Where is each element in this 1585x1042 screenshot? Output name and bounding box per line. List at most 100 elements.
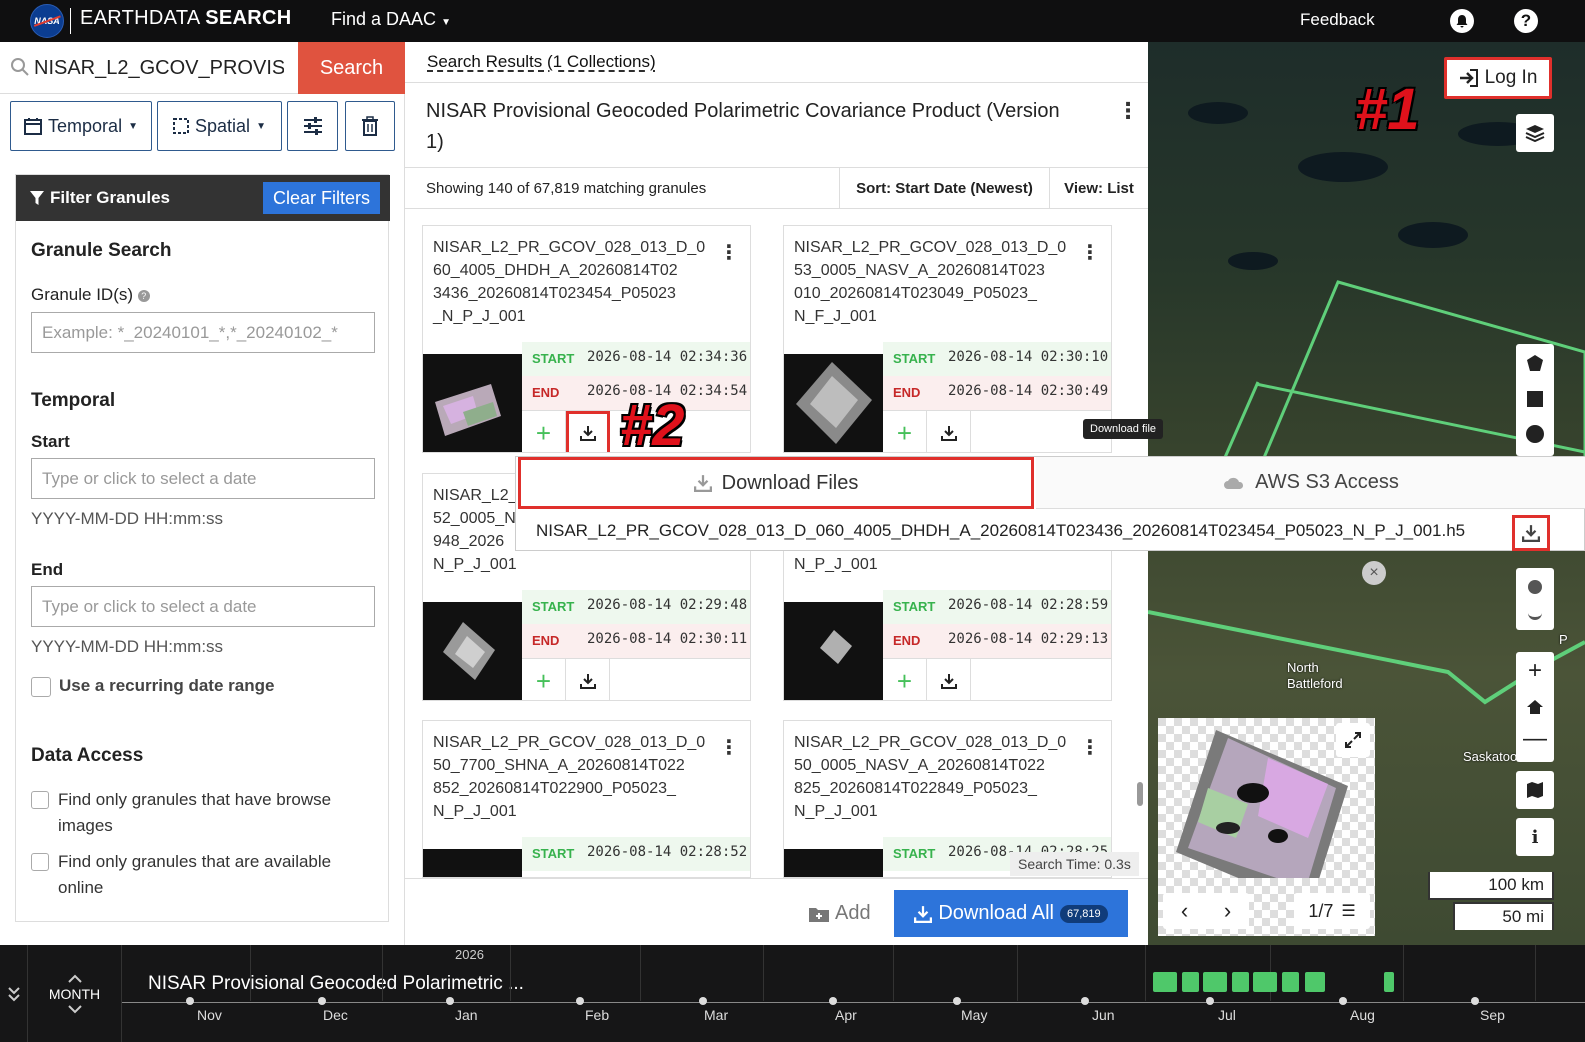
- zoom-out-chevron-down-icon[interactable]: [67, 1004, 83, 1014]
- timeline-granule-bar[interactable]: [1384, 972, 1394, 992]
- recurring-checkbox[interactable]: [31, 677, 51, 697]
- feedback-link[interactable]: Feedback: [1300, 10, 1375, 30]
- polygon-draw-icon[interactable]: [1526, 354, 1544, 372]
- timeline-month-label: Nov: [197, 1007, 222, 1023]
- timeline-granule-bar[interactable]: [1253, 972, 1277, 992]
- add-granule-plus-icon[interactable]: +: [522, 659, 566, 700]
- download-all-button[interactable]: Download All 67,819: [894, 890, 1128, 937]
- download-file-name[interactable]: NISAR_L2_PR_GCOV_028_013_D_060_4005_DHDH…: [536, 521, 1465, 541]
- view-dropdown[interactable]: View: List: [1049, 168, 1148, 209]
- folder-plus-icon: [809, 907, 829, 922]
- granule-card[interactable]: NISAR_L2_PR_GCOV_028_013_D_0 60_4005_DHD…: [422, 225, 751, 453]
- search-button[interactable]: Search: [298, 42, 405, 94]
- arctic-projection-icon[interactable]: [1528, 612, 1542, 620]
- granule-id-input[interactable]: Example: *_20240101_*,*_20240102_*: [31, 312, 375, 353]
- browse-only-checkbox[interactable]: [31, 791, 49, 809]
- zoom-out-icon[interactable]: —: [1516, 724, 1554, 754]
- clear-search-button[interactable]: [345, 101, 395, 151]
- granule-more-icon[interactable]: ⋮: [1080, 735, 1100, 760]
- download-granule-button[interactable]: [566, 411, 610, 452]
- granule-actions: +: [883, 410, 1111, 452]
- granule-thumbnail[interactable]: [423, 849, 522, 877]
- timeline-month-label: Sep: [1480, 1007, 1505, 1023]
- online-only-checkbox[interactable]: [31, 853, 49, 871]
- login-button[interactable]: Log In: [1444, 57, 1552, 99]
- timeline-month-label: Jun: [1092, 1007, 1115, 1023]
- end-date-input[interactable]: Type or click to select a date: [31, 586, 375, 627]
- download-granule-button[interactable]: [927, 411, 971, 452]
- zoom-in-icon[interactable]: +: [1516, 656, 1554, 686]
- timeline-collection-title: NISAR Provisional Geocoded Polarimetric …: [148, 973, 524, 994]
- download-file-button[interactable]: [1512, 515, 1550, 551]
- clear-filters-button[interactable]: Clear Filters: [262, 182, 380, 214]
- browse-image-preview[interactable]: ‹ › 1/7 ☰: [1158, 718, 1375, 936]
- info-icon[interactable]: i: [1516, 818, 1554, 856]
- temporal-heading: Temporal: [31, 390, 116, 411]
- advanced-filters-button[interactable]: [287, 101, 338, 151]
- timeline-month-label: Jul: [1218, 1007, 1236, 1023]
- granule-card[interactable]: NISAR_L2_PR_GCOV_028_013_D_0 53_0005_NAS…: [783, 225, 1112, 453]
- results-scrollbar[interactable]: [1137, 782, 1143, 806]
- granule-thumbnail[interactable]: [423, 354, 522, 452]
- aws-s3-access-tab[interactable]: AWS S3 Access: [1036, 457, 1585, 509]
- add-granule-plus-icon[interactable]: +: [883, 411, 927, 452]
- granule-more-icon[interactable]: ⋮: [1080, 240, 1100, 265]
- map-icon: [1527, 782, 1543, 798]
- add-granule-plus-icon[interactable]: +: [522, 411, 566, 452]
- help-circle-icon[interactable]: ?: [137, 289, 150, 302]
- timeline-granule-bar[interactable]: [1305, 972, 1325, 992]
- sort-dropdown[interactable]: Sort: Start Date (Newest): [839, 168, 1049, 209]
- download-files-tab[interactable]: Download Files: [518, 457, 1034, 509]
- timeline-gridline: [1145, 945, 1146, 1001]
- granule-thumbnail[interactable]: [784, 602, 883, 700]
- expand-icon[interactable]: [1336, 723, 1370, 757]
- notifications-bell-icon[interactable]: [1450, 9, 1474, 33]
- add-granule-plus-icon[interactable]: +: [883, 659, 927, 700]
- app-title[interactable]: EARTHDATA SEARCH: [80, 7, 292, 30]
- circle-draw-icon[interactable]: [1526, 425, 1544, 443]
- find-daac-dropdown[interactable]: Find a DAAC ▼: [331, 9, 451, 30]
- spatial-filter-button[interactable]: Spatial ▼: [157, 101, 282, 151]
- granule-more-icon[interactable]: ⋮: [719, 240, 739, 265]
- download-granule-button[interactable]: [927, 659, 971, 700]
- browse-only-label: Find only granules that have browse imag…: [58, 790, 332, 835]
- granule-thumbnail[interactable]: [784, 849, 883, 877]
- granule-thumbnail[interactable]: [784, 354, 883, 452]
- timeline-granule-bar[interactable]: [1232, 972, 1249, 992]
- chevron-right-icon[interactable]: ›: [1224, 898, 1231, 924]
- chevron-left-icon[interactable]: ‹: [1181, 898, 1188, 924]
- annotation-2: #2: [620, 393, 685, 458]
- start-row: START 2026-08-14 02:28:59: [883, 590, 1111, 624]
- layers-button[interactable]: [1516, 114, 1554, 152]
- home-icon[interactable]: [1516, 692, 1554, 722]
- search-results-tab[interactable]: Search Results (1 Collections): [427, 52, 656, 72]
- granule-thumbnail[interactable]: [423, 602, 522, 700]
- download-granule-button[interactable]: [566, 659, 610, 700]
- close-icon[interactable]: ×: [1362, 561, 1386, 585]
- collection-more-icon[interactable]: ⋮: [1117, 98, 1139, 124]
- timeline-granule-bar[interactable]: [1282, 972, 1299, 992]
- rectangle-draw-icon[interactable]: [1527, 391, 1543, 407]
- help-icon[interactable]: ?: [1514, 9, 1538, 33]
- download-icon: [1522, 525, 1540, 542]
- timeline-granule-bar[interactable]: [1153, 972, 1177, 992]
- start-date-input[interactable]: Type or click to select a date: [31, 458, 375, 499]
- globe-icon[interactable]: [1528, 580, 1542, 594]
- search-input[interactable]: [34, 54, 284, 82]
- map-base-layer-button[interactable]: [1516, 771, 1554, 809]
- granule-card[interactable]: NISAR_L2_PR_GCOV_028_013_D_0 50_7700_SHN…: [422, 720, 751, 878]
- end-row: END 2026-08-14 02:30:11: [522, 624, 750, 658]
- timeline-collapse-icon[interactable]: [0, 945, 28, 1042]
- timeline-granule-bar[interactable]: [1182, 972, 1199, 992]
- temporal-filter-button[interactable]: Temporal ▼: [10, 101, 152, 151]
- add-to-project-button[interactable]: Add: [809, 902, 871, 925]
- logo-divider: [70, 8, 71, 34]
- nasa-logo[interactable]: NASA: [30, 4, 64, 38]
- end-label: END: [532, 633, 560, 648]
- zoom-in-chevron-up-icon[interactable]: [67, 974, 83, 984]
- granule-more-icon[interactable]: ⋮: [719, 735, 739, 760]
- list-icon[interactable]: ☰: [1341, 901, 1355, 921]
- timeline-granule-bar[interactable]: [1203, 972, 1227, 992]
- calendar-icon: [24, 118, 43, 135]
- timeline-month-dot: [446, 997, 454, 1005]
